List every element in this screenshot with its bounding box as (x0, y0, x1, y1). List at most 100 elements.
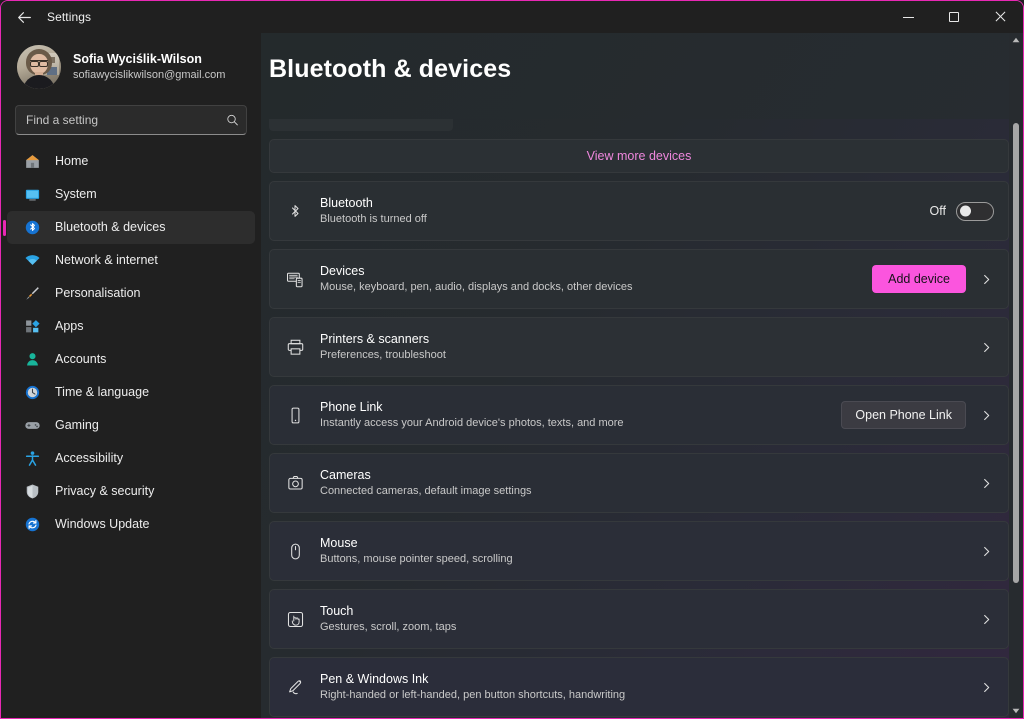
scroll-up-arrow-icon[interactable] (1012, 33, 1020, 47)
main-content: Bluetooth & devices View more devices Bl… (261, 33, 1023, 718)
settings-row-phone-link[interactable]: Phone Link Instantly access your Android… (269, 385, 1009, 445)
chevron-right-icon[interactable] (978, 546, 994, 557)
back-button[interactable] (7, 2, 41, 32)
close-icon (994, 11, 1006, 23)
chevron-right-icon[interactable] (978, 478, 994, 489)
sidebar-item-personalisation[interactable]: Personalisation (7, 277, 255, 310)
search-box[interactable] (15, 105, 247, 135)
partial-card-top (269, 119, 453, 131)
scrollbar-track[interactable] (1009, 47, 1023, 704)
bluetooth-toggle[interactable] (956, 201, 994, 221)
row-title: Devices (320, 264, 365, 278)
bluetooth-right: Off (929, 201, 994, 221)
row-subtitle: Preferences, troubleshoot (320, 349, 446, 361)
row-actions (978, 682, 994, 693)
sidebar-item-label: Accounts (55, 352, 107, 367)
sidebar-item-apps[interactable]: Apps (7, 310, 255, 343)
maximize-button[interactable] (931, 1, 977, 33)
view-more-devices-card[interactable]: View more devices (269, 139, 1009, 173)
scrollbar-thumb[interactable] (1013, 123, 1019, 583)
row-subtitle: Connected cameras, default image setting… (320, 485, 532, 497)
settings-row-devices[interactable]: Devices Mouse, keyboard, pen, audio, dis… (269, 249, 1009, 309)
settings-row-pen-windows-ink[interactable]: Pen & Windows Ink Right-handed or left-h… (269, 657, 1009, 717)
chevron-right-icon[interactable] (978, 274, 994, 285)
row: Devices Mouse, keyboard, pen, audio, dis… (270, 250, 1008, 308)
row: Printers & scanners Preferences, trouble… (270, 318, 1008, 376)
sidebar-item-label: Home (55, 154, 89, 169)
row: Pen & Windows Ink Right-handed or left-h… (270, 658, 1008, 716)
gamepad-icon (23, 417, 41, 435)
settings-row-printers-scanners[interactable]: Printers & scanners Preferences, trouble… (269, 317, 1009, 377)
search-icon[interactable] (226, 114, 239, 127)
search-container (1, 99, 261, 145)
sidebar-item-label: Accessibility (55, 451, 124, 466)
account-icon (23, 351, 41, 369)
sidebar-item-accessibility[interactable]: Accessibility (7, 442, 255, 475)
toggle-state-label: Off (929, 204, 946, 218)
apps-icon (23, 318, 41, 336)
account-text: Sofia Wyciślik-Wilson sofiawycislikwilso… (73, 51, 225, 83)
minimize-button[interactable] (885, 1, 931, 33)
page-header: Bluetooth & devices (261, 33, 1023, 119)
chevron-right-icon[interactable] (978, 682, 994, 693)
row-subtitle: Gestures, scroll, zoom, taps (320, 621, 457, 633)
touch-icon (282, 606, 308, 632)
bluetooth-toggle-card: Bluetooth Bluetooth is turned off Off (269, 181, 1009, 241)
clock-icon (23, 384, 41, 402)
page-title: Bluetooth & devices (269, 55, 512, 83)
row-subtitle: Right-handed or left-handed, pen button … (320, 689, 626, 701)
sidebar-item-label: Network & internet (55, 253, 158, 268)
row-text: Pen & Windows Ink Right-handed or left-h… (320, 671, 966, 703)
window-title: Settings (47, 10, 92, 24)
sidebar-item-time-language[interactable]: Time & language (7, 376, 255, 409)
row-actions (978, 478, 994, 489)
search-input[interactable] (16, 113, 246, 127)
shield-icon (23, 483, 41, 501)
update-icon (23, 516, 41, 534)
sidebar-item-home[interactable]: Home (7, 145, 255, 178)
sidebar-item-label: System (55, 187, 97, 202)
row-text: Printers & scanners Preferences, trouble… (320, 331, 966, 363)
chevron-right-icon[interactable] (978, 342, 994, 353)
phone-icon (282, 402, 308, 428)
row-actions (978, 546, 994, 557)
wifi-icon (23, 252, 41, 270)
row-title: Pen & Windows Ink (320, 672, 429, 686)
sidebar-item-label: Bluetooth & devices (55, 220, 166, 235)
sidebar-nav: Home System Bluetooth & devices Network … (1, 145, 261, 718)
sidebar-item-privacy-security[interactable]: Privacy & security (7, 475, 255, 508)
sidebar-item-bluetooth-devices[interactable]: Bluetooth & devices (7, 211, 255, 244)
sidebar-item-accounts[interactable]: Accounts (7, 343, 255, 376)
view-more-devices-link[interactable]: View more devices (270, 140, 1008, 172)
row: Touch Gestures, scroll, zoom, taps (270, 590, 1008, 648)
system-icon (23, 186, 41, 204)
row-text: Cameras Connected cameras, default image… (320, 467, 966, 499)
sidebar-item-system[interactable]: System (7, 178, 255, 211)
sidebar-item-network-internet[interactable]: Network & internet (7, 244, 255, 277)
close-button[interactable] (977, 1, 1023, 33)
maximize-icon (949, 12, 959, 22)
bluetooth-row: Bluetooth Bluetooth is turned off Off (270, 182, 1008, 240)
settings-row-mouse[interactable]: Mouse Buttons, mouse pointer speed, scro… (269, 521, 1009, 581)
row-subtitle: Buttons, mouse pointer speed, scrolling (320, 553, 513, 565)
camera-icon (282, 470, 308, 496)
add-device-button[interactable]: Add device (872, 265, 966, 293)
paintbrush-icon (23, 285, 41, 303)
chevron-right-icon[interactable] (978, 410, 994, 421)
settings-row-cameras[interactable]: Cameras Connected cameras, default image… (269, 453, 1009, 513)
sidebar-item-windows-update[interactable]: Windows Update (7, 508, 255, 541)
sidebar-item-label: Privacy & security (55, 484, 155, 499)
row-actions (978, 342, 994, 353)
open-phone-link-button[interactable]: Open Phone Link (841, 401, 966, 429)
accessibility-icon (23, 450, 41, 468)
row-text: Touch Gestures, scroll, zoom, taps (320, 603, 966, 635)
vertical-scrollbar[interactable] (1009, 33, 1023, 718)
account-card[interactable]: Sofia Wyciślik-Wilson sofiawycislikwilso… (1, 33, 261, 99)
sidebar-item-label: Gaming (55, 418, 99, 433)
settings-row-touch[interactable]: Touch Gestures, scroll, zoom, taps (269, 589, 1009, 649)
chevron-right-icon[interactable] (978, 614, 994, 625)
row-actions (978, 614, 994, 625)
sidebar-item-gaming[interactable]: Gaming (7, 409, 255, 442)
scroll-down-arrow-icon[interactable] (1012, 704, 1020, 718)
row-title: Phone Link (320, 400, 383, 414)
